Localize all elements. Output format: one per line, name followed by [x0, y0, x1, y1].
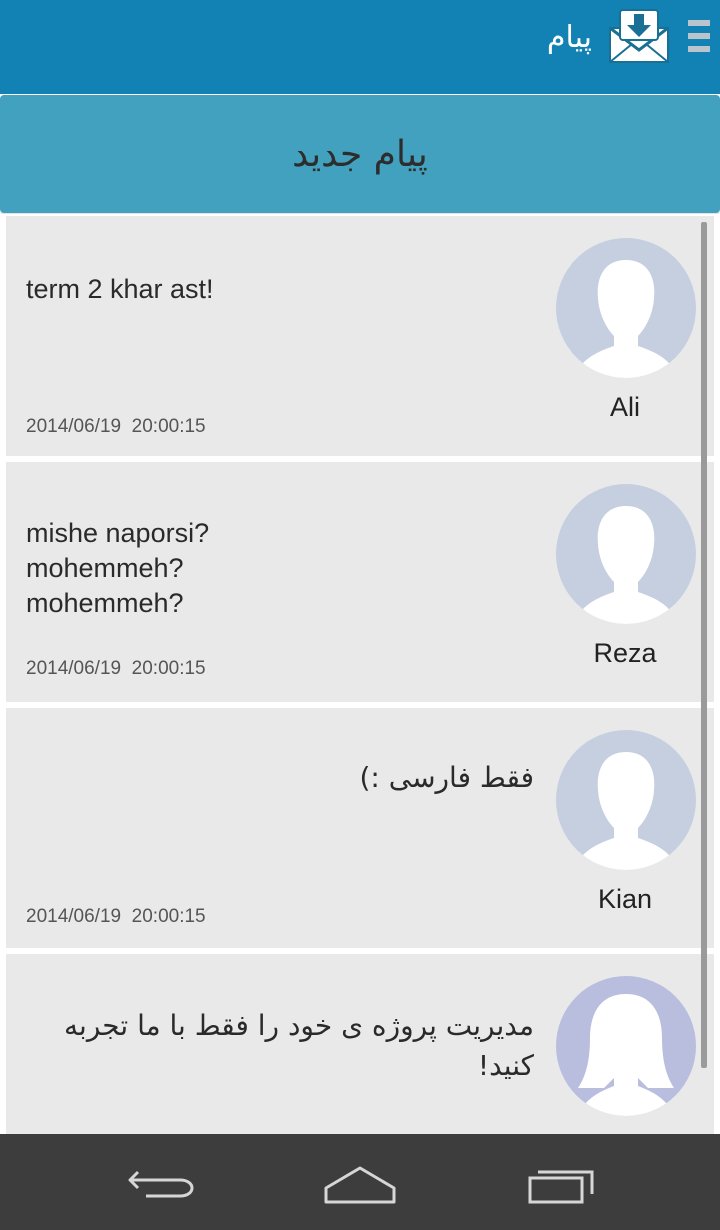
message-date: 2014/06/19 — [26, 906, 122, 927]
recent-apps-icon[interactable] — [516, 1154, 606, 1210]
message-time: 20:00:15 — [131, 416, 206, 437]
message-date: 2014/06/19 — [26, 658, 122, 679]
mail-download-icon — [606, 6, 672, 66]
female-avatar-icon — [556, 976, 696, 1116]
message-text: mishe naporsi? mohemmeh? mohemmeh? — [26, 518, 210, 618]
sender-name: Reza — [593, 638, 657, 668]
app-bar: پیام — [0, 0, 720, 94]
message-text: term 2 khar ast! — [26, 274, 214, 304]
system-nav-bar — [0, 1134, 720, 1230]
message-timestamp: 2014/06/19 20:00:15 — [26, 658, 206, 680]
message-timestamp: 2014/06/19 20:00:15 — [26, 416, 206, 438]
home-icon[interactable] — [316, 1154, 406, 1210]
male-avatar-icon — [556, 484, 696, 624]
app-title: پیام — [546, 20, 592, 55]
message-card[interactable]: Ali term 2 khar ast! 2014/06/19 20:00:15 — [6, 216, 714, 456]
message-list[interactable]: Ali term 2 khar ast! 2014/06/19 20:00:15… — [0, 214, 720, 1134]
male-avatar-icon — [556, 238, 696, 378]
message-time: 20:00:15 — [131, 658, 206, 679]
male-avatar-icon — [556, 730, 696, 870]
message-text: مدیریت پروژه ی خود را فقط با ما تجربه کن… — [64, 1009, 534, 1082]
message-card[interactable]: Reza mishe naporsi? mohemmeh? mohemmeh? … — [6, 462, 714, 702]
sender-name: Kian — [597, 884, 653, 914]
message-card[interactable]: مدیریت پروژه ی خود را فقط با ما تجربه کن… — [6, 954, 714, 1134]
message-timestamp: 2014/06/19 20:00:15 — [26, 906, 206, 928]
message-card[interactable]: Kian فقط فارسی :) 2014/06/19 20:00:15 — [6, 708, 714, 948]
list-scrollbar[interactable] — [701, 222, 707, 1068]
message-text: فقط فارسی :) — [359, 761, 534, 794]
message-date: 2014/06/19 — [26, 416, 122, 437]
sender-name: Ali — [609, 392, 640, 422]
hamburger-menu-icon[interactable] — [688, 20, 710, 52]
message-time: 20:00:15 — [131, 906, 206, 927]
new-message-button[interactable]: پیام جدید — [0, 95, 720, 213]
new-message-label: پیام جدید — [292, 133, 428, 175]
back-icon[interactable] — [116, 1154, 206, 1210]
